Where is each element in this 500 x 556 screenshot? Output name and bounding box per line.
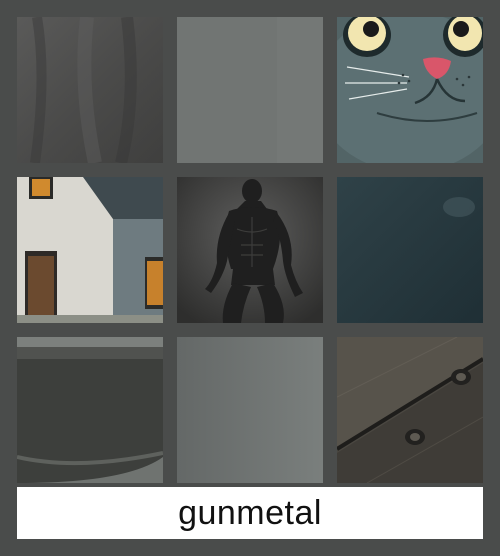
caption-bar: gunmetal — [17, 487, 483, 539]
wood-plank-tile — [337, 337, 483, 483]
image-grid — [17, 17, 483, 483]
fabric-tile — [17, 17, 163, 163]
house-tile — [17, 177, 163, 323]
plain-gray-tile — [177, 17, 323, 163]
mood-board: gunmetal — [0, 0, 500, 556]
muscular-figure-tile — [177, 177, 323, 323]
dark-teal-tile — [337, 177, 483, 323]
bowl-tile — [17, 337, 163, 483]
gray-gradient-tile — [177, 337, 323, 483]
cartoon-cat-tile — [337, 17, 483, 163]
caption-text: gunmetal — [178, 493, 322, 532]
